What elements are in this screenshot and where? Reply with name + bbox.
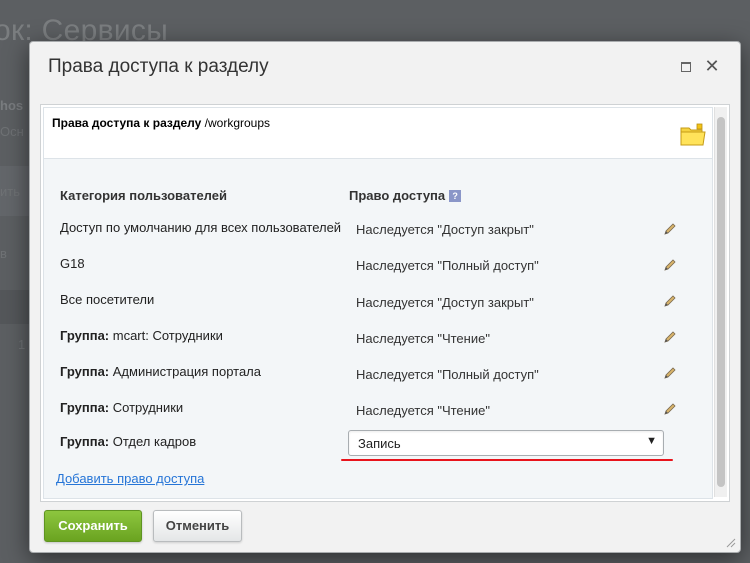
maximize-icon[interactable] (676, 56, 696, 76)
user-category-label: Все посетители (60, 292, 154, 307)
dialog-header[interactable]: Права доступа к разделу ✕ (30, 42, 740, 92)
background-band (0, 290, 30, 324)
save-button[interactable]: Сохранить (44, 510, 142, 542)
section-header: Права доступа к разделу /workgroups (44, 108, 712, 159)
help-icon[interactable]: ? (449, 190, 462, 202)
access-level-select[interactable]: Запись ▼ (348, 430, 664, 456)
pencil-icon[interactable] (663, 294, 677, 308)
add-access-link[interactable]: Добавить право доступа (56, 471, 204, 486)
folder-icon (680, 123, 706, 146)
section-title-bold: Права доступа к разделу (52, 116, 202, 130)
category-name: Доступ по умолчанию для всех пользовател… (60, 220, 342, 235)
access-value: Наследуется "Чтение" (356, 403, 490, 418)
access-rights-dialog: Права доступа к разделу ✕ Права доступа … (29, 41, 741, 553)
section-path: /workgroups (201, 116, 271, 130)
section-title: Права доступа к разделу /workgroups (52, 116, 270, 130)
close-icon[interactable]: ✕ (702, 56, 722, 76)
category-name: Сотрудники (109, 400, 184, 415)
user-category-label: G18 (60, 256, 85, 271)
scrollbar-thumb[interactable] (717, 117, 725, 487)
category-name: mcart: Сотрудники (109, 328, 223, 343)
user-category-label: Группа: mcart: Сотрудники (60, 328, 223, 343)
scrollbar[interactable] (714, 107, 727, 497)
column-header-access-label: Право доступа (349, 188, 446, 203)
access-value: Наследуется "Доступ закрыт" (356, 295, 534, 310)
access-value: Наследуется "Полный доступ" (356, 258, 539, 273)
highlight-underline (341, 459, 673, 461)
background-text: hos (0, 98, 24, 113)
background-text: ить (0, 184, 20, 199)
user-category-label: Группа: Отдел кадров (60, 434, 196, 449)
user-category-label: Группа: Сотрудники (60, 400, 183, 415)
pencil-icon[interactable] (663, 258, 677, 272)
background-text: в (0, 246, 7, 261)
group-prefix: Группа: (60, 328, 110, 343)
user-category-label: Группа: Администрация портала (60, 364, 261, 379)
group-prefix: Группа: (60, 400, 110, 415)
group-prefix: Группа: (60, 364, 110, 379)
access-value: Наследуется "Доступ закрыт" (356, 222, 534, 237)
pencil-icon[interactable] (663, 222, 677, 236)
category-name: Отдел кадров (109, 434, 197, 449)
category-name: Администрация портала (109, 364, 261, 379)
group-prefix: Группа: (60, 434, 110, 449)
access-value: Наследуется "Полный доступ" (356, 367, 539, 382)
dialog-content: Права доступа к разделу /workgroups Кате… (40, 104, 730, 502)
select-value: Запись (358, 436, 401, 451)
resize-grip-icon[interactable] (726, 538, 736, 548)
background-text: Осн (0, 124, 24, 139)
column-header-access: Право доступа? (349, 188, 462, 203)
pencil-icon[interactable] (663, 366, 677, 380)
cancel-button[interactable]: Отменить (153, 510, 242, 542)
access-value: Наследуется "Чтение" (356, 331, 490, 346)
category-name: G18 (60, 256, 85, 271)
background-text: 1 (18, 337, 26, 352)
pencil-icon[interactable] (663, 330, 677, 344)
category-name: Все посетители (60, 292, 155, 307)
access-panel: Права доступа к разделу /workgroups Кате… (43, 107, 713, 499)
user-category-label: Доступ по умолчанию для всех пользовател… (60, 220, 341, 235)
dropdown-arrow-icon: ▼ (646, 435, 657, 447)
pencil-icon[interactable] (663, 402, 677, 416)
column-header-category: Категория пользователей (60, 188, 227, 203)
dialog-title: Права доступа к разделу (48, 56, 269, 77)
